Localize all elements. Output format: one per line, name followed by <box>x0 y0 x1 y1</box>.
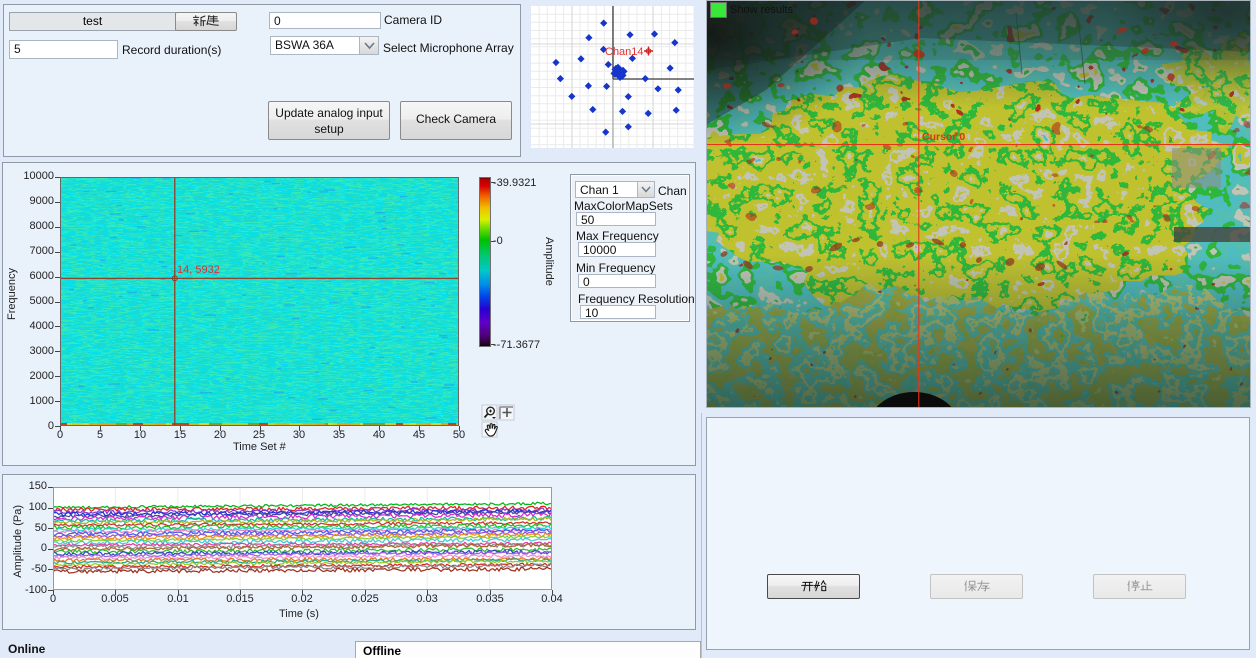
svg-text:Chan14: Chan14 <box>605 46 644 58</box>
svg-text:Show results: Show results <box>730 4 793 16</box>
svg-text:Cursor 0: Cursor 0 <box>922 131 965 143</box>
svg-text:14, 5932: 14, 5932 <box>177 264 220 276</box>
